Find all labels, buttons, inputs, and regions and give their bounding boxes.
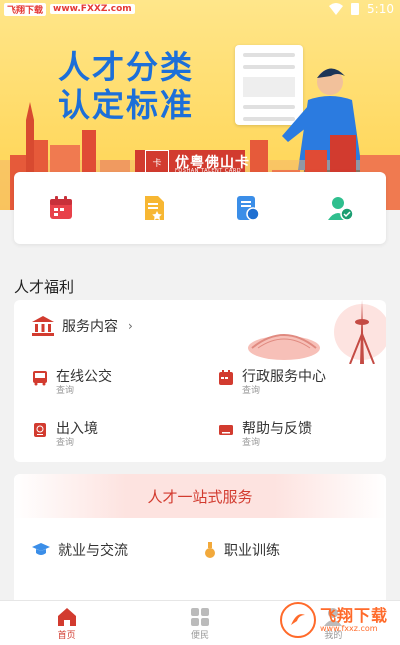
tab-home-label: 首页 [57, 630, 76, 641]
user-badge-icon[interactable] [326, 194, 354, 222]
brand-sub: FOSHAN TALENT CARD [175, 168, 242, 174]
quick-actions-card [14, 172, 386, 244]
battery-icon [351, 3, 360, 15]
stadium-tower-illustration [248, 300, 386, 364]
medal-icon [205, 542, 215, 558]
welfare-card: 服务内容 › 在线公交 查询 行政服务中心 查询 出入境 查询 帮助与反馈 查询 [14, 300, 386, 462]
watermark-badge: 飞翔下载 www.fxxz.com [280, 602, 394, 638]
bank-icon [32, 316, 54, 336]
grid-item-help-label: 帮助与反馈 [242, 421, 312, 437]
one-stop-employment-label: 就业与交流 [58, 543, 128, 559]
grid-item-bus-label: 在线公交 [56, 369, 112, 385]
banner-title-line1: 人才分类 [58, 48, 195, 86]
watermark-label: 飞翔下载 [4, 2, 47, 16]
grid-item-bus[interactable]: 在线公交 查询 [32, 368, 112, 396]
wifi-icon [329, 3, 344, 15]
bus-icon [33, 371, 47, 386]
calendar-icon[interactable] [47, 194, 75, 222]
chevron-right-icon: › [128, 319, 133, 333]
grid-item-entry-exit-sub: 查询 [56, 438, 75, 448]
service-content-link[interactable]: 服务内容 › [32, 316, 133, 336]
one-stop-training-label: 职业训练 [224, 543, 280, 559]
grid-item-admin-label: 行政服务中心 [242, 369, 326, 385]
grid-item-admin-center[interactable]: 行政服务中心 查询 [218, 368, 326, 396]
grid-item-help-sub: 查询 [242, 438, 261, 448]
feedback-icon [219, 425, 233, 435]
grid-item-bus-sub: 查询 [56, 386, 75, 396]
passport-icon [34, 423, 46, 437]
grid-apps-icon [190, 607, 209, 626]
calendar-check-icon [219, 370, 233, 385]
watermark-url: www.FXXZ.com [50, 4, 135, 14]
banner-brand: 卡 优粤佛山卡 FOSHAN TALENT CARD [145, 150, 250, 174]
grid-item-help-feedback[interactable]: 帮助与反馈 查询 [218, 420, 312, 448]
tab-home[interactable]: 首页 [0, 601, 133, 645]
service-content-label: 服务内容 [62, 319, 118, 335]
id-card-icon[interactable] [233, 194, 261, 222]
status-time: 5:10 [367, 2, 394, 16]
one-stop-item-employment[interactable]: 就业与交流 [32, 540, 128, 560]
watermark-badge-url: www.fxxz.com [320, 623, 378, 633]
grid-item-admin-sub: 查询 [242, 386, 261, 396]
section-heading-welfare: 人才福利 [14, 278, 75, 296]
one-stop-item-training[interactable]: 职业训练 [204, 540, 280, 560]
one-stop-card: 人才一站式服务 就业与交流 职业训练 [14, 474, 386, 608]
watermark-logo-icon [280, 602, 316, 638]
tab-convenience-label: 便民 [190, 630, 209, 641]
document-star-icon[interactable] [140, 194, 168, 222]
one-stop-title: 人才一站式服务 [14, 474, 386, 518]
status-bar: 飞翔下载 www.FXXZ.com 5:10 [0, 0, 400, 18]
graduation-cap-icon [32, 543, 50, 555]
brand-logo-icon: 卡 [145, 150, 169, 174]
watermark-badge-text: 飞翔下载 [320, 605, 389, 625]
tab-convenience[interactable]: 便民 [133, 601, 266, 645]
grid-item-entry-exit-label: 出入境 [56, 421, 98, 437]
grid-item-entry-exit[interactable]: 出入境 查询 [32, 420, 98, 448]
home-icon [57, 607, 76, 626]
